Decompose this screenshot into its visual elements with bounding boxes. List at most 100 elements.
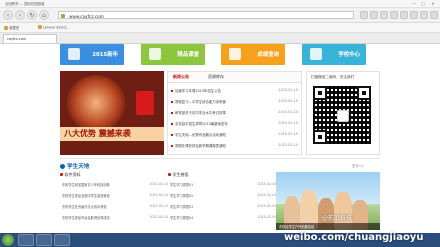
bookmarks-bar: 收藏夹 Lenovo Assist... (0, 23, 440, 33)
taskbar-app-explorer[interactable] (18, 234, 34, 246)
news-title: 教育部关于初中学业水平考试改革 (175, 110, 226, 115)
bookmark-label: 收藏夹 (9, 26, 20, 30)
list-item[interactable]: 学生学习感悟04 2015-02-10 (168, 214, 276, 222)
search-icon (229, 48, 241, 60)
news-item[interactable]: 寒假复习—中学生综合能力训练营 2015-02-10 (171, 97, 300, 106)
qr-finder (357, 86, 371, 100)
photo-caption-bar: 东校区学生户外拓展活动 (276, 223, 380, 230)
school-icon (310, 48, 322, 60)
list-item-date: 2015-02-10 (257, 204, 276, 208)
nav-tile-label: 学校中心 (338, 52, 360, 58)
banner-headline: 八大优势 震撼来袭 (64, 129, 131, 138)
window-title: 佳冠教育 — 国际校园频道 (5, 2, 45, 6)
list-item-title: 学生学习感悟03 (170, 205, 194, 209)
more-link[interactable]: 更多>> (352, 163, 364, 168)
list-item[interactable]: 东校学生参加市运会取得优异成绩 2015-02-10 (60, 214, 168, 222)
news-title: 名校高中招生简章2015最新版发布 (175, 121, 228, 126)
list-column-reflections: 学生感悟 学生学习感悟01 2015-02-10 学生学习感悟02 2015-02-… (168, 172, 276, 228)
qr-finder (313, 86, 327, 100)
list-item-title: 学生学习感悟01 (170, 183, 194, 187)
tab-active[interactable]: cayfcz.com (3, 34, 57, 43)
extension-icon[interactable] (360, 11, 368, 19)
user-icon[interactable] (410, 11, 418, 19)
bullet-icon (171, 100, 173, 103)
mail-icon[interactable] (390, 11, 398, 19)
home-icon[interactable]: ⌂ (39, 10, 49, 20)
refresh-icon[interactable]: ↻ (27, 10, 37, 20)
list-item-title: 东校学生在省级作文大赛中获奖 (62, 205, 107, 209)
watermark-handle: @前沿科技 (322, 215, 353, 222)
bullet-icon (60, 173, 63, 176)
bookmark-item[interactable]: 收藏夹 (4, 25, 19, 30)
red-envelope-icon (136, 91, 154, 115)
more-icon[interactable] (430, 11, 438, 19)
list-item-title: 学生学习感悟02 (170, 194, 194, 198)
star-icon (4, 25, 8, 30)
list-item-date: 2015-02-10 (257, 193, 276, 197)
close-window-button[interactable]: ✕ (429, 1, 437, 6)
qr-panel: 扫描微信二维码，关注我们 (306, 71, 380, 155)
list-item[interactable]: 东校学生在省级作文大赛中获奖 2015-02-10 (60, 203, 168, 211)
bullet-icon (171, 133, 173, 136)
address-url: www.cayfcz.com (69, 13, 104, 19)
tab-resources[interactable]: 资源库存 (208, 74, 224, 80)
column-heading-label: 学生感悟 (172, 172, 189, 177)
list-item[interactable]: 东校学生参加全国中学生英语竞赛 2015-02-10 (60, 192, 168, 200)
download-icon[interactable] (370, 11, 378, 19)
list-item[interactable]: 学生学习感悟02 2015-02-10 (168, 192, 276, 200)
settings-icon[interactable] (400, 11, 408, 19)
folder-icon (38, 25, 42, 29)
list-item-date: 2015-02-10 (149, 193, 168, 197)
start-button-icon[interactable] (2, 234, 14, 246)
browser-navbar: ‹ › ↻ ⌂ www.cayfcz.com (0, 8, 440, 23)
back-icon[interactable]: ‹ (3, 10, 13, 20)
nav-tile-courses[interactable]: 精品课堂 (141, 44, 205, 65)
watermark-url: weibo.com/chuangjiaoyu (284, 232, 424, 243)
minimize-button[interactable]: — (410, 1, 418, 6)
news-date: 2015-02-10 (278, 142, 298, 147)
maximize-button[interactable]: □ (419, 1, 427, 6)
forward-icon[interactable]: › (15, 10, 25, 20)
bookmark-item[interactable]: Lenovo Assist... (38, 25, 69, 30)
list-item-date: 2015-02-10 (257, 215, 276, 219)
news-item[interactable]: 寒假补课安排及新学期课程表通知 2015-02-10 (171, 141, 300, 150)
news-date: 2015-02-10 (278, 109, 298, 114)
news-date: 2015-02-10 (278, 131, 298, 136)
bullet-icon (171, 111, 173, 114)
promo-banner[interactable]: 八大优势 震撼来袭 (60, 71, 164, 155)
news-title: 学生天地—优秀作品展示活动通知 (175, 132, 226, 137)
news-date: 2015-02-10 (278, 120, 298, 125)
news-title: 加速学习本周2015年招生公告 (175, 88, 221, 93)
list-item-title: 学生学习感悟04 (170, 216, 194, 220)
menu-icon[interactable] (420, 11, 428, 19)
section-divider (60, 158, 380, 159)
column-heading: 学生感悟 (168, 172, 189, 178)
taskbar-app-browser[interactable] (36, 234, 52, 246)
nav-tile-school-center[interactable]: 学校中心 (302, 44, 366, 65)
nav-tile-new-year[interactable]: 2015新年 (60, 44, 124, 65)
list-item-title: 东校学生参加全国中学生英语竞赛 (62, 194, 110, 198)
qr-code-icon (313, 86, 371, 144)
section-title: 学生天地 (67, 164, 90, 170)
news-item[interactable]: 名校高中招生简章2015最新版发布 2015-02-10 (171, 119, 300, 128)
news-item[interactable]: 教育部关于初中学业水平考试改革 2015-02-10 (171, 108, 300, 117)
history-icon[interactable] (380, 11, 388, 19)
qr-logo (337, 110, 349, 122)
list-item[interactable]: 学生学习感悟03 2015-02-10 (168, 203, 276, 211)
section-icon (60, 163, 65, 169)
tab-news[interactable]: 新闻公告 (173, 74, 189, 80)
list-item[interactable]: 学生学习感悟01 2015-02-10 (168, 181, 276, 189)
nav-tile-scores[interactable]: 成绩查询 (221, 44, 285, 65)
nav-tile-label: 成绩查询 (257, 52, 279, 58)
photo-caption: 东校区学生户外拓展活动 (279, 225, 315, 229)
news-item[interactable]: 学生天地—优秀作品展示活动通知 2015-02-10 (171, 130, 300, 139)
column-heading: 软件资料 (60, 172, 81, 178)
bullet-icon (171, 122, 173, 125)
column-heading-label: 软件资料 (64, 172, 81, 177)
news-item[interactable]: 加速学习本周2015年招生公告 2015-02-10 (171, 86, 300, 95)
address-bar[interactable]: www.cayfcz.com (58, 11, 354, 19)
taskbar-app-office[interactable] (54, 234, 70, 246)
list-item-date: 2015-02-10 (149, 204, 168, 208)
list-item[interactable]: 东校学生参加国家青少年科技创新 2015-02-10 (60, 181, 168, 189)
bullet-icon (168, 173, 171, 176)
